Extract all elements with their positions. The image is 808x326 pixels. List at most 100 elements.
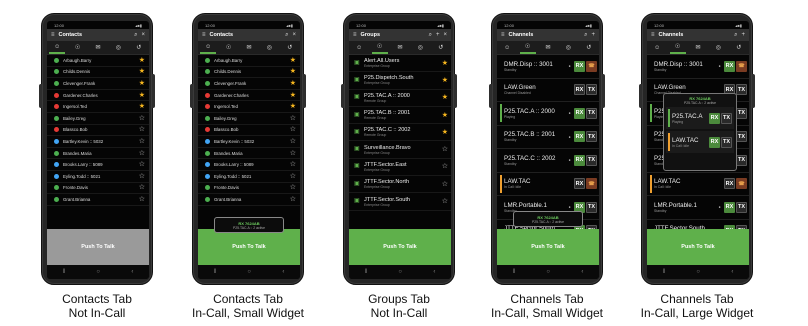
history-icon[interactable]: ↺: [131, 42, 147, 54]
rx-button[interactable]: RX: [574, 131, 585, 143]
contact-row[interactable]: Childs.Dennis ★: [198, 67, 300, 79]
contact-row[interactable]: Fronte.Davis ☆: [47, 183, 149, 195]
favorite-star-icon[interactable]: ☆: [290, 161, 296, 168]
group-row[interactable]: ▣ P25.TAC.C :: 2002 Remote Group ★: [349, 124, 451, 142]
rx-button[interactable]: RX: [709, 112, 720, 124]
person-icon[interactable]: ☺: [499, 42, 515, 54]
tx-button[interactable]: TX: [736, 201, 747, 213]
contact-row[interactable]: Ingersol.Ted ★: [198, 101, 300, 113]
group-row[interactable]: ▣ JTTF.Sector.East Enterprise Group ☆: [349, 159, 451, 177]
favorite-star-icon[interactable]: ☆: [290, 138, 296, 145]
close-icon[interactable]: ×: [141, 32, 145, 38]
menu-icon[interactable]: ≡: [501, 32, 505, 38]
favorite-star-icon[interactable]: ☆: [139, 150, 145, 157]
contact-row[interactable]: Childs.Dennis ★: [47, 67, 149, 79]
push-to-talk-button[interactable]: Push To Talk: [349, 229, 451, 265]
channel-row[interactable]: P25.TAC.B :: 2001Standby●RXTX: [497, 126, 599, 149]
tx-button[interactable]: TX: [586, 84, 597, 96]
favorite-star-icon[interactable]: ★: [139, 103, 145, 110]
globe-icon[interactable]: ◎: [710, 42, 726, 54]
favorite-star-icon[interactable]: ☆: [290, 150, 296, 157]
tx-button[interactable]: TX: [736, 131, 747, 143]
favorite-star-icon[interactable]: ★: [139, 92, 145, 99]
add-icon[interactable]: +: [436, 32, 440, 38]
globe-icon[interactable]: ◎: [412, 42, 428, 54]
favorite-star-icon[interactable]: ☆: [290, 115, 296, 122]
contact-row[interactable]: Gardener.Charles ★: [47, 90, 149, 102]
channel-row[interactable]: LAW.GreenChannel Disabled RXTX: [497, 79, 599, 102]
favorite-star-icon[interactable]: ☆: [290, 173, 296, 180]
group-row[interactable]: ▣ Alert.All.Users Enterprise Group ★: [349, 55, 451, 73]
favorite-star-icon[interactable]: ★: [290, 103, 296, 110]
message-icon[interactable]: ✉: [540, 42, 556, 54]
channel-row[interactable]: P25.TAC.C :: 2002Standby●RXTX: [497, 149, 599, 173]
tx-button[interactable]: TX: [586, 154, 597, 166]
channel-row[interactable]: P25.TAC.A :: 2000Playing●RXTX: [497, 102, 599, 126]
contact-row[interactable]: Clevenger.Frank ★: [47, 78, 149, 90]
person-icon[interactable]: ☺: [200, 42, 217, 54]
history-icon[interactable]: ↺: [282, 42, 298, 54]
person-icon[interactable]: ☺: [649, 42, 665, 54]
favorite-star-icon[interactable]: ★: [290, 57, 296, 64]
channel-row[interactable]: DMR.Disp :: 3001 Standby ● RX ☎: [647, 55, 749, 79]
tx-button[interactable]: TX: [736, 84, 747, 96]
push-to-talk-button[interactable]: Push To Talk: [647, 229, 749, 265]
rx-button[interactable]: RX: [724, 178, 735, 190]
tx-button[interactable]: TX: [736, 154, 747, 166]
push-to-talk-button[interactable]: Push To Talk: [497, 229, 599, 265]
favorite-star-icon[interactable]: ☆: [442, 146, 448, 153]
tx-button[interactable]: TX: [721, 136, 732, 148]
contact-row[interactable]: Arbaugh.Barry ★: [198, 55, 300, 67]
menu-icon[interactable]: ≡: [651, 32, 655, 38]
close-icon[interactable]: ×: [292, 32, 296, 38]
recents-nav-icon[interactable]: ‖: [63, 269, 65, 275]
add-icon[interactable]: +: [591, 32, 595, 38]
rx-button[interactable]: RX: [574, 154, 585, 166]
home-nav-icon[interactable]: ○: [546, 269, 550, 275]
favorite-star-icon[interactable]: ★: [139, 68, 145, 75]
contact-row[interactable]: Blassco.Bob ☆: [198, 125, 300, 137]
push-to-talk-button[interactable]: Push To Talk: [47, 229, 149, 265]
contact-row[interactable]: Bailey.Greg ☆: [198, 113, 300, 125]
call-widget-small[interactable]: RX 7624AB P25.TAC.A :: 2 active: [214, 217, 284, 233]
favorite-star-icon[interactable]: ★: [442, 129, 448, 136]
person-icon[interactable]: ☺: [49, 42, 66, 54]
emergency-icon[interactable]: ☎: [736, 60, 747, 72]
history-icon[interactable]: ↺: [433, 42, 449, 54]
group-row[interactable]: ▣ P25.Dispetch.South Enterprise Group ★: [349, 72, 451, 90]
contact-row[interactable]: Arbaugh.Barry ★: [47, 55, 149, 67]
contact-row[interactable]: Gardener.Charles ★: [198, 90, 300, 102]
favorite-star-icon[interactable]: ☆: [139, 126, 145, 133]
rx-button[interactable]: RX: [574, 60, 585, 72]
rx-button[interactable]: RX: [709, 136, 720, 148]
globe-icon[interactable]: ◎: [110, 42, 126, 54]
favorite-star-icon[interactable]: ★: [290, 92, 296, 99]
favorite-star-icon[interactable]: ☆: [442, 198, 448, 205]
contact-row[interactable]: Blassco.Bob ☆: [47, 125, 149, 137]
rx-button[interactable]: RX: [724, 201, 735, 213]
back-nav-icon[interactable]: ‹: [581, 269, 583, 275]
home-nav-icon[interactable]: ○: [247, 269, 251, 275]
add-icon[interactable]: +: [741, 32, 745, 38]
globe-icon[interactable]: ◎: [560, 42, 576, 54]
group-row[interactable]: ▣ JTTF.Sector.North Enterprise Group ☆: [349, 176, 451, 194]
recents-nav-icon[interactable]: ‖: [513, 269, 515, 275]
search-icon[interactable]: ⌕: [584, 32, 587, 39]
contact-row[interactable]: Brandes.Maria ☆: [198, 148, 300, 160]
tx-button[interactable]: TX: [721, 112, 732, 124]
favorite-star-icon[interactable]: ★: [139, 80, 145, 87]
recents-nav-icon[interactable]: ‖: [663, 269, 665, 275]
menu-icon[interactable]: ≡: [353, 32, 357, 38]
favorite-star-icon[interactable]: ☆: [139, 138, 145, 145]
contact-row[interactable]: Brandes.Maria ☆: [47, 148, 149, 160]
favorite-star-icon[interactable]: ★: [139, 57, 145, 64]
rx-button[interactable]: RX: [724, 60, 735, 72]
call-widget-large[interactable]: RX 7624AB P25.TAC.A :: 2 active P25.TAC.A P…: [663, 93, 737, 171]
contact-row[interactable]: Bartley.Kevin :: 5032 ☆: [47, 136, 149, 148]
favorite-star-icon[interactable]: ★: [290, 80, 296, 87]
back-nav-icon[interactable]: ‹: [433, 269, 435, 275]
group-row[interactable]: ▣ JTTF.Sector.South Enterprise Group ☆: [349, 193, 451, 211]
favorite-star-icon[interactable]: ★: [442, 112, 448, 119]
history-icon[interactable]: ↺: [731, 42, 747, 54]
favorite-star-icon[interactable]: ☆: [442, 181, 448, 188]
